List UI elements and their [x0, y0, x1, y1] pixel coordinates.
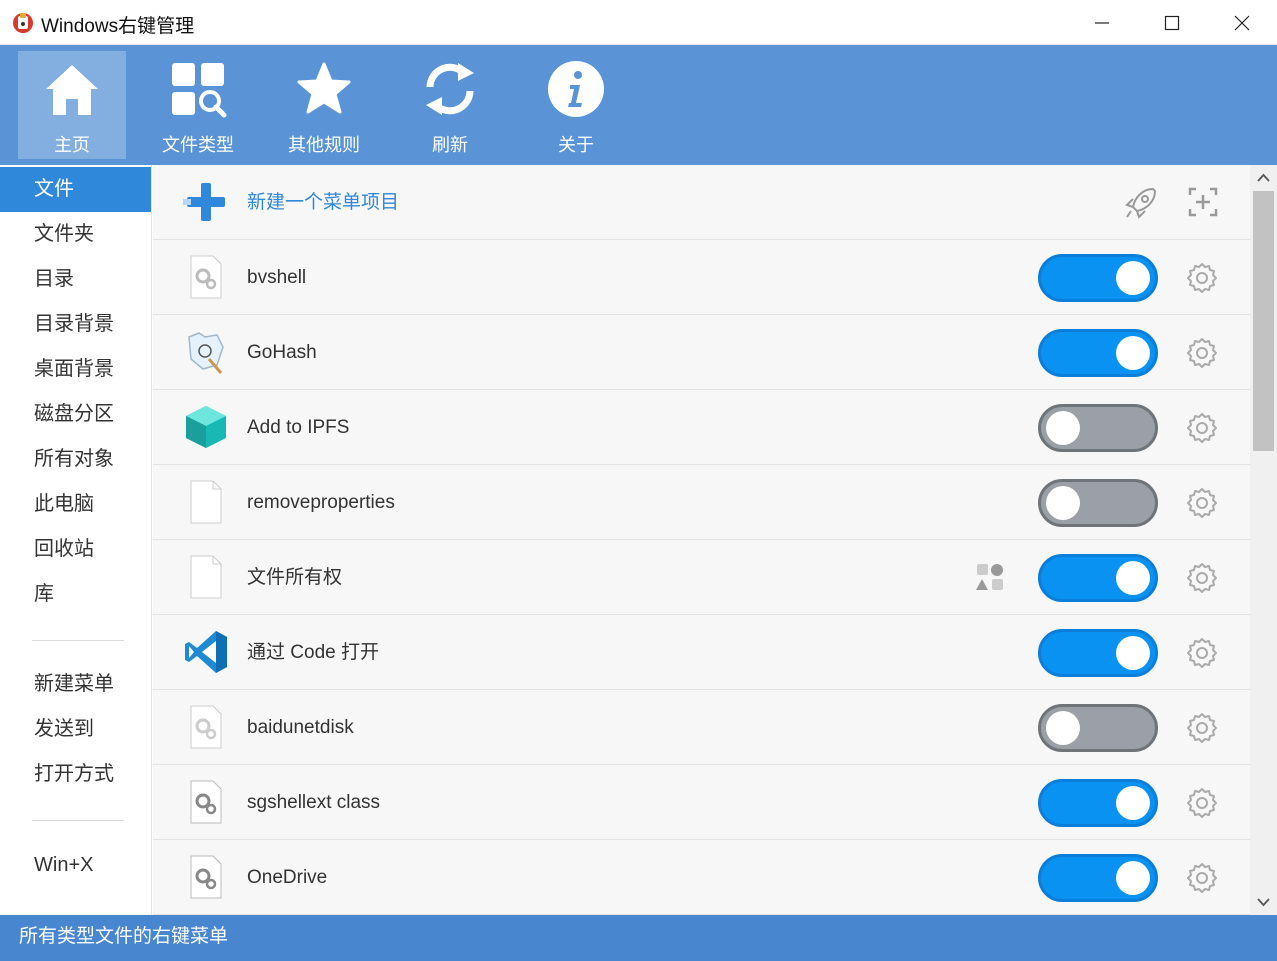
sidebar-item-disk-partition[interactable]: 磁盘分区: [0, 392, 151, 437]
sidebar-item-library[interactable]: 库: [0, 572, 151, 617]
menu-row-removeproperties: removeproperties: [153, 465, 1250, 540]
app-icon: [13, 13, 33, 33]
close-icon: [1234, 15, 1250, 30]
menu-row-label: 通过 Code 打开: [247, 642, 379, 663]
blank-file-icon: [190, 555, 222, 599]
scroll-down-icon[interactable]: [1256, 894, 1271, 909]
enable-toggle[interactable]: [1038, 554, 1158, 602]
sidebar-item-open-with[interactable]: 打开方式: [0, 752, 151, 797]
sidebar-item-all-objects[interactable]: 所有对象: [0, 437, 151, 482]
sidebar-divider: [32, 820, 124, 821]
window-title: Windows右键管理: [41, 16, 195, 37]
menu-row-bvshell: bvshell: [153, 240, 1250, 315]
settings-gear-icon[interactable]: [1186, 562, 1218, 594]
minimize-icon: [1095, 21, 1109, 24]
sidebar-item-win-x[interactable]: Win+X: [0, 843, 151, 888]
menu-row-gohash: GoHash: [153, 315, 1250, 390]
sidebar-item-send-to[interactable]: 发送到: [0, 707, 151, 752]
enable-toggle[interactable]: [1038, 329, 1158, 377]
new-menu-item-label[interactable]: 新建一个菜单项目: [247, 165, 399, 240]
info-icon: [548, 61, 604, 117]
scroll-up-icon[interactable]: [1256, 171, 1271, 186]
menu-row-file-ownership: 文件所有权: [153, 540, 1250, 615]
plus-icon: [183, 183, 225, 221]
menu-row-label: 文件所有权: [247, 567, 343, 588]
home-icon: [46, 65, 98, 115]
sidebar-item-directory-background[interactable]: 目录背景: [0, 302, 151, 347]
blank-file-icon: [190, 480, 222, 524]
enable-toggle[interactable]: [1038, 779, 1158, 827]
refresh-icon: [426, 63, 474, 115]
menu-row-add-to-ipfs: Add to IPFS: [153, 390, 1250, 465]
close-button[interactable]: [1207, 0, 1277, 45]
gear-file-icon: [190, 705, 222, 749]
sidebar-item-folder[interactable]: 文件夹: [0, 212, 151, 257]
settings-gear-icon[interactable]: [1186, 487, 1218, 519]
gear-file-icon: [190, 255, 222, 299]
rocket-icon[interactable]: [1123, 185, 1159, 221]
enable-toggle[interactable]: [1038, 629, 1158, 677]
toolbar-refresh-label: 刷新: [432, 135, 468, 155]
vertical-scrollbar[interactable]: [1250, 165, 1277, 915]
gohash-icon: [188, 332, 224, 374]
settings-gear-icon[interactable]: [1186, 637, 1218, 669]
sidebar-item-new-menu[interactable]: 新建菜单: [0, 662, 151, 707]
main-toolbar: 主页 文件类型 其他规则 刷新 关于: [0, 45, 1277, 165]
maximize-button[interactable]: [1137, 0, 1207, 45]
menu-row-label: Add to IPFS: [247, 417, 350, 438]
menu-row-label: bvshell: [247, 267, 307, 288]
toolbar-other-rules-label: 其他规则: [288, 135, 360, 155]
add-item-icon[interactable]: [1186, 185, 1220, 219]
sidebar-divider: [32, 640, 124, 641]
ipfs-cube-icon: [186, 406, 226, 448]
settings-gear-icon[interactable]: [1186, 262, 1218, 294]
maximize-icon: [1164, 15, 1180, 30]
settings-gear-icon[interactable]: [1186, 412, 1218, 444]
enable-toggle[interactable]: [1038, 254, 1158, 302]
minimize-button[interactable]: [1067, 0, 1137, 45]
enable-toggle[interactable]: [1038, 479, 1158, 527]
menu-row-baidunetdisk: baidunetdisk: [153, 690, 1250, 765]
shapes-icon[interactable]: [975, 562, 1005, 592]
toolbar-other-rules[interactable]: 其他规则: [270, 51, 378, 159]
menu-row-sgshellext-class: sgshellext class: [153, 765, 1250, 840]
menu-row-label: removeproperties: [247, 492, 395, 513]
menu-row-onedrive: OneDrive: [153, 840, 1250, 915]
settings-gear-icon[interactable]: [1186, 787, 1218, 819]
toolbar-about[interactable]: 关于: [522, 51, 630, 159]
new-menu-item-row[interactable]: 新建一个菜单项目: [153, 165, 1250, 240]
toolbar-file-types[interactable]: 文件类型: [144, 51, 252, 159]
enable-toggle[interactable]: [1038, 404, 1158, 452]
settings-gear-icon[interactable]: [1186, 712, 1218, 744]
menu-row-label: GoHash: [247, 342, 317, 363]
star-icon: [297, 62, 351, 114]
settings-gear-icon[interactable]: [1186, 862, 1218, 894]
sidebar-item-directory[interactable]: 目录: [0, 257, 151, 302]
menu-item-list: 新建一个菜单项目 bvshell GoHash Add to IPFS remo…: [153, 165, 1250, 915]
enable-toggle[interactable]: [1038, 854, 1158, 902]
vscode-icon: [185, 631, 227, 673]
menu-row-label: OneDrive: [247, 867, 328, 888]
sidebar: 文件 文件夹 目录 目录背景 桌面背景 磁盘分区 所有对象 此电脑 回收站 库 …: [0, 165, 152, 915]
scrollbar-thumb[interactable]: [1253, 191, 1274, 451]
status-bar: 所有类型文件的右键菜单: [0, 915, 1277, 961]
sidebar-item-desktop-background[interactable]: 桌面背景: [0, 347, 151, 392]
gear-file-icon: [190, 855, 222, 899]
sidebar-item-recycle-bin[interactable]: 回收站: [0, 527, 151, 572]
sidebar-item-file[interactable]: 文件: [0, 167, 151, 212]
menu-row-open-with-code: 通过 Code 打开: [153, 615, 1250, 690]
file-types-icon: [172, 63, 227, 118]
toolbar-file-types-label: 文件类型: [162, 135, 234, 155]
menu-row-label: sgshellext class: [247, 792, 381, 813]
settings-gear-icon[interactable]: [1186, 337, 1218, 369]
toolbar-home[interactable]: 主页: [18, 51, 126, 159]
gear-file-icon: [190, 780, 222, 824]
toolbar-home-label: 主页: [54, 135, 90, 155]
toolbar-refresh[interactable]: 刷新: [396, 51, 504, 159]
toolbar-about-label: 关于: [558, 135, 594, 155]
menu-row-label: baidunetdisk: [247, 717, 354, 738]
enable-toggle[interactable]: [1038, 704, 1158, 752]
title-bar: Windows右键管理: [0, 0, 1277, 45]
sidebar-item-this-pc[interactable]: 此电脑: [0, 482, 151, 527]
